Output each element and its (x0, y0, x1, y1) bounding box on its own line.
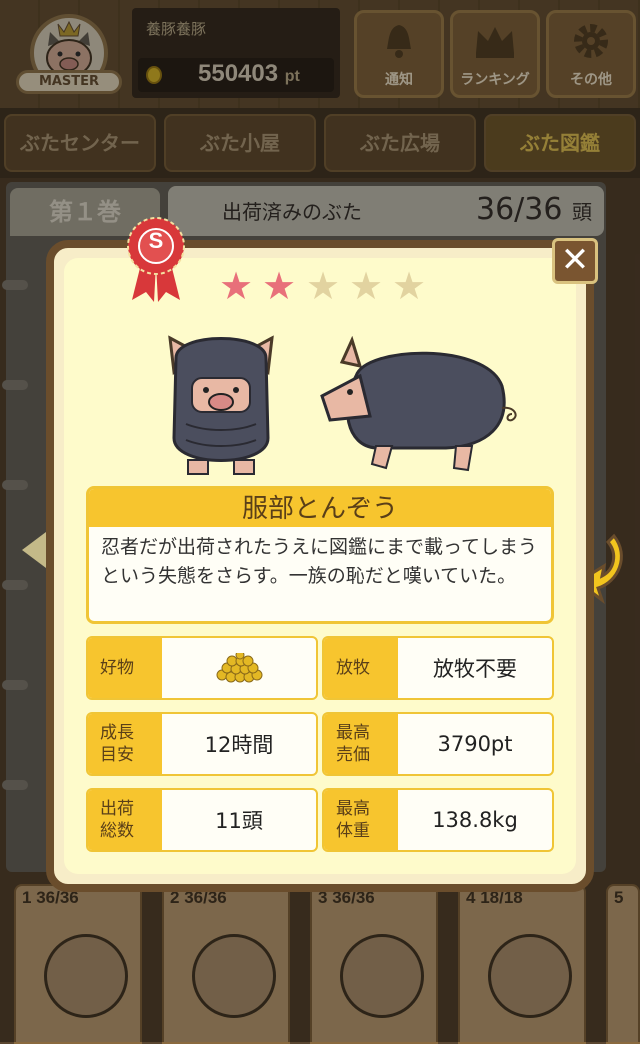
star-icon: ★ (261, 264, 297, 308)
stat-shipped-total: 出荷 総数 11頭 (86, 788, 318, 852)
stat-value: 138.8kg (432, 808, 518, 832)
prev-page-arrow-icon[interactable] (20, 530, 48, 570)
star-icon: ★ (218, 264, 254, 308)
ninja-pig-front-image (156, 328, 286, 478)
stat-label: 好物 (88, 638, 162, 698)
stat-grazing: 放牧 放牧不要 (322, 636, 554, 700)
stat-value: 11頭 (215, 809, 263, 833)
pig-description: 忍者だが出荷されたうえに図鑑にまで載ってしまうという失態をさらす。一族の恥だと嘆… (101, 536, 538, 587)
stat-label: 出荷 総数 (88, 790, 162, 850)
star-icon: ★ (391, 264, 427, 308)
pig-name: 服部とんぞう (89, 489, 551, 527)
star-icon: ★ (305, 264, 341, 308)
close-icon: ✕ (560, 240, 590, 280)
stat-favorite-food: 好物 (86, 636, 318, 700)
rank-letter: S (148, 228, 164, 253)
stat-value: 3790pt (437, 732, 513, 756)
rank-rosette: S (124, 216, 188, 302)
stat-label: 成長 目安 (88, 714, 162, 774)
pig-info-box: 服部とんぞう 忍者だが出荷されたうえに図鑑にまで載ってしまうという失態をさらす。… (86, 486, 554, 624)
ninja-pig-side-image (316, 335, 526, 476)
close-button[interactable]: ✕ (552, 238, 598, 284)
stat-value: 12時間 (204, 733, 274, 757)
stat-value: 放牧不要 (433, 657, 517, 681)
stat-label: 放牧 (324, 638, 398, 698)
star-icon: ★ (348, 264, 384, 308)
stat-max-price: 最高 売価 3790pt (322, 712, 554, 776)
stat-max-weight: 最高 体重 138.8kg (322, 788, 554, 852)
grain-pile-icon (162, 638, 316, 698)
stat-growth-time: 成長 目安 12時間 (86, 712, 318, 776)
stat-label: 最高 体重 (324, 790, 398, 850)
stat-label: 最高 売価 (324, 714, 398, 774)
